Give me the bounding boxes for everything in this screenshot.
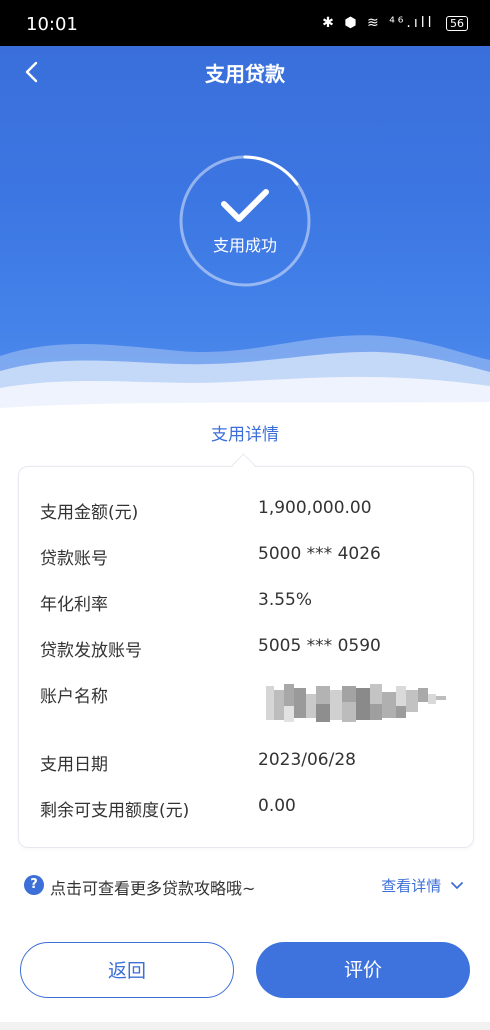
back-button[interactable]: 返回 (20, 942, 234, 998)
detail-value: 5005 *** 0590 (258, 636, 381, 656)
evaluate-button[interactable]: 评价 (256, 942, 470, 998)
success-text: 支用成功 (212, 236, 277, 255)
bottom-bar (0, 1022, 490, 1030)
detail-value: 0.00 (258, 796, 296, 816)
page-title: 支用贷款 (205, 62, 285, 86)
view-details-link[interactable]: 查看详情 (381, 875, 464, 896)
detail-label: 账户名称 (40, 687, 108, 707)
status-time: 10:01 (26, 14, 78, 35)
detail-label: 支用日期 (40, 755, 108, 775)
status-icons: ✱ ⬢ ≋ ⁴⁶.ıll 56 (322, 15, 468, 31)
loan-tips-link[interactable]: ? 点击可查看更多贷款攻略哦~ 查看详情 (24, 874, 470, 898)
detail-label: 年化利率 (40, 595, 108, 615)
question-icon: ? (24, 875, 44, 895)
wave-decoration (0, 335, 490, 426)
signal-icons: ✱ ⬢ ≋ ⁴⁶.ıll (322, 15, 435, 31)
detail-value: 2023/06/28 (258, 750, 356, 770)
section-title: 支用详情 (211, 425, 279, 445)
detail-label: 剩余可支用额度(元) (40, 801, 190, 821)
chevron-down-icon (451, 882, 463, 889)
detail-value: 1,900,000.00 (258, 498, 372, 518)
checkmark-icon (221, 189, 269, 222)
status-bar: 10:01 ✱ ⬢ ≋ ⁴⁶.ıll 56 (0, 0, 490, 46)
detail-value: 5000 *** 4026 (258, 544, 381, 564)
detail-label: 贷款账号 (40, 549, 108, 569)
tip-text: 点击可查看更多贷款攻略哦~ (50, 879, 256, 898)
view-details-label: 查看详情 (381, 877, 442, 895)
detail-value: 3.55% (258, 590, 313, 610)
detail-label: 支用金额(元) (40, 503, 139, 523)
battery-icon: 56 (446, 16, 468, 31)
success-badge (179, 155, 311, 287)
redacted-account-name (266, 684, 446, 722)
detail-label: 贷款发放账号 (40, 641, 142, 661)
